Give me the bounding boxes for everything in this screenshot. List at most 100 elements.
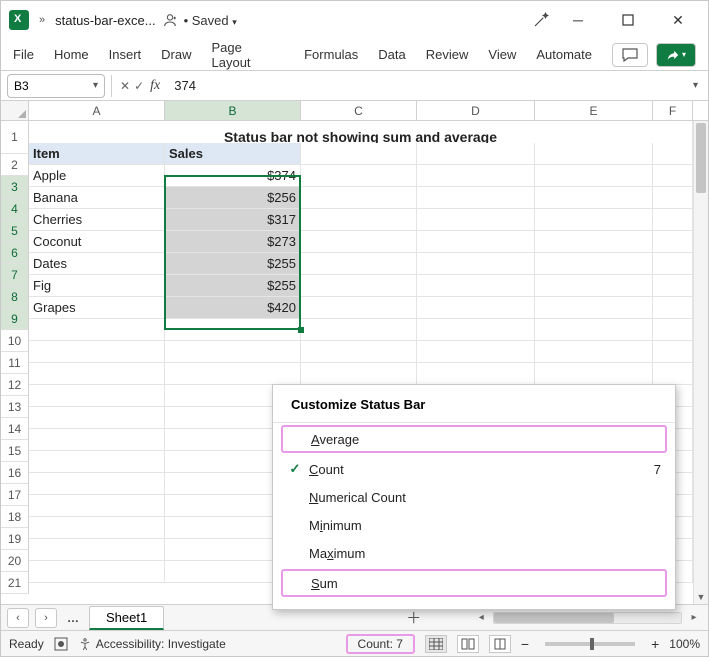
sheet-nav-next[interactable]: ›	[35, 608, 57, 628]
row-header-15[interactable]: 15	[1, 440, 29, 462]
cell-A2[interactable]: Item	[29, 143, 165, 165]
horizontal-scrollbar[interactable]: ◂ ▸	[473, 612, 702, 624]
file-name[interactable]: status-bar-exce...	[55, 13, 155, 28]
col-header-B[interactable]: B	[165, 101, 301, 120]
row-header-4[interactable]: 4	[1, 198, 29, 220]
cell-B3[interactable]: $374	[165, 165, 301, 187]
cell-E2[interactable]	[535, 143, 653, 165]
tab-view[interactable]: View	[488, 47, 516, 62]
tab-automate[interactable]: Automate	[536, 47, 592, 62]
cell-A3[interactable]: Apple	[29, 165, 165, 187]
vertical-scrollbar[interactable]: ▲ ▼	[693, 121, 708, 604]
tab-file[interactable]: File	[13, 47, 34, 62]
zoom-level[interactable]: 100%	[669, 637, 700, 651]
cell-B8[interactable]: $255	[165, 275, 301, 297]
tab-review[interactable]: Review	[426, 47, 469, 62]
comments-button[interactable]	[612, 43, 648, 67]
tab-draw[interactable]: Draw	[161, 47, 191, 62]
menu-item-maximum[interactable]: Maximum	[273, 539, 675, 567]
tab-home[interactable]: Home	[54, 47, 89, 62]
cell-A7[interactable]: Dates	[29, 253, 165, 275]
accessibility-status[interactable]: Accessibility: Investigate	[78, 637, 226, 651]
view-normal-icon[interactable]	[425, 635, 447, 653]
row-header-12[interactable]: 12	[1, 374, 29, 396]
cell-C2[interactable]	[301, 143, 417, 165]
cell-B9[interactable]: $420	[165, 297, 301, 319]
cell-B7[interactable]: $255	[165, 253, 301, 275]
menu-item-count[interactable]: ✓ Count 7	[273, 455, 675, 483]
row-header-6[interactable]: 6	[1, 242, 29, 264]
row-header-17[interactable]: 17	[1, 484, 29, 506]
row-header-14[interactable]: 14	[1, 418, 29, 440]
row-header-16[interactable]: 16	[1, 462, 29, 484]
row-header-3[interactable]: 3	[1, 176, 29, 198]
save-status[interactable]: • Saved ▾	[184, 13, 237, 28]
design-ideas-icon[interactable]	[532, 11, 550, 29]
col-header-C[interactable]: C	[301, 101, 417, 120]
sheet-tab-active[interactable]: Sheet1	[89, 606, 164, 630]
col-header-D[interactable]: D	[417, 101, 535, 120]
row-header-5[interactable]: 5	[1, 220, 29, 242]
select-all-corner[interactable]	[1, 101, 29, 120]
enter-formula-icon[interactable]: ✓	[132, 79, 146, 93]
zoom-out-button[interactable]: −	[521, 636, 529, 652]
menu-item-minimum[interactable]: Minimum	[273, 511, 675, 539]
zoom-in-button[interactable]: +	[651, 636, 659, 652]
row-header-21[interactable]: 21	[1, 572, 29, 594]
cell-B4[interactable]: $256	[165, 187, 301, 209]
hscroll-thumb[interactable]	[494, 613, 614, 623]
new-sheet-button[interactable]: ＋	[400, 607, 427, 628]
cell-A4[interactable]: Banana	[29, 187, 165, 209]
expand-formula-bar-icon[interactable]: ▾	[683, 80, 708, 91]
cell-A5[interactable]: Cherries	[29, 209, 165, 231]
row-header-1[interactable]: 1	[1, 121, 29, 154]
tab-data[interactable]: Data	[378, 47, 405, 62]
cell-A9[interactable]: Grapes	[29, 297, 165, 319]
row-header-8[interactable]: 8	[1, 286, 29, 308]
statusbar-count[interactable]: Count: 7	[346, 634, 415, 654]
name-box[interactable]: B3 ▾	[7, 74, 105, 98]
cancel-formula-icon[interactable]: ✕	[118, 79, 132, 93]
formula-input[interactable]	[168, 74, 683, 98]
tab-page-layout[interactable]: Page Layout	[212, 40, 285, 70]
person-icon[interactable]	[162, 12, 178, 28]
row-header-13[interactable]: 13	[1, 396, 29, 418]
row-header-11[interactable]: 11	[1, 352, 29, 374]
cell-D2[interactable]	[417, 143, 535, 165]
col-header-A[interactable]: A	[29, 101, 165, 120]
row-header-18[interactable]: 18	[1, 506, 29, 528]
maximize-button[interactable]	[606, 5, 650, 35]
close-button[interactable]: ✕	[656, 5, 700, 35]
tab-insert[interactable]: Insert	[109, 47, 142, 62]
sheet-list-icon[interactable]: …	[63, 611, 83, 625]
tab-formulas[interactable]: Formulas	[304, 47, 358, 62]
scroll-down-icon[interactable]: ▼	[694, 590, 708, 604]
cell-B6[interactable]: $273	[165, 231, 301, 253]
cell-A8[interactable]: Fig	[29, 275, 165, 297]
scroll-right-icon[interactable]: ▸	[686, 612, 702, 623]
share-button[interactable]: ▾	[656, 43, 696, 67]
fx-icon[interactable]: fx	[146, 78, 168, 94]
chevron-down-icon[interactable]: ▾	[93, 80, 98, 91]
view-page-break-icon[interactable]	[489, 635, 511, 653]
row-header-9[interactable]: 9	[1, 308, 29, 330]
minimize-button[interactable]: ─	[556, 5, 600, 35]
menu-item-average[interactable]: Average	[281, 425, 667, 453]
row-header-2[interactable]: 2	[1, 154, 29, 176]
col-header-F[interactable]: F	[653, 101, 693, 120]
view-page-layout-icon[interactable]	[457, 635, 479, 653]
scroll-left-icon[interactable]: ◂	[473, 612, 489, 623]
menu-item-numerical-count[interactable]: Numerical Count	[273, 483, 675, 511]
cell-B5[interactable]: $317	[165, 209, 301, 231]
row-header-20[interactable]: 20	[1, 550, 29, 572]
cell-A6[interactable]: Coconut	[29, 231, 165, 253]
macro-record-icon[interactable]	[54, 637, 68, 651]
quick-more-icon[interactable]: »	[35, 14, 49, 26]
row-header-7[interactable]: 7	[1, 264, 29, 286]
scroll-thumb[interactable]	[696, 123, 706, 193]
row-header-19[interactable]: 19	[1, 528, 29, 550]
cell-B2[interactable]: Sales	[165, 143, 301, 165]
row-header-10[interactable]: 10	[1, 330, 29, 352]
zoom-slider[interactable]	[545, 642, 635, 646]
menu-item-sum[interactable]: Sum	[281, 569, 667, 597]
